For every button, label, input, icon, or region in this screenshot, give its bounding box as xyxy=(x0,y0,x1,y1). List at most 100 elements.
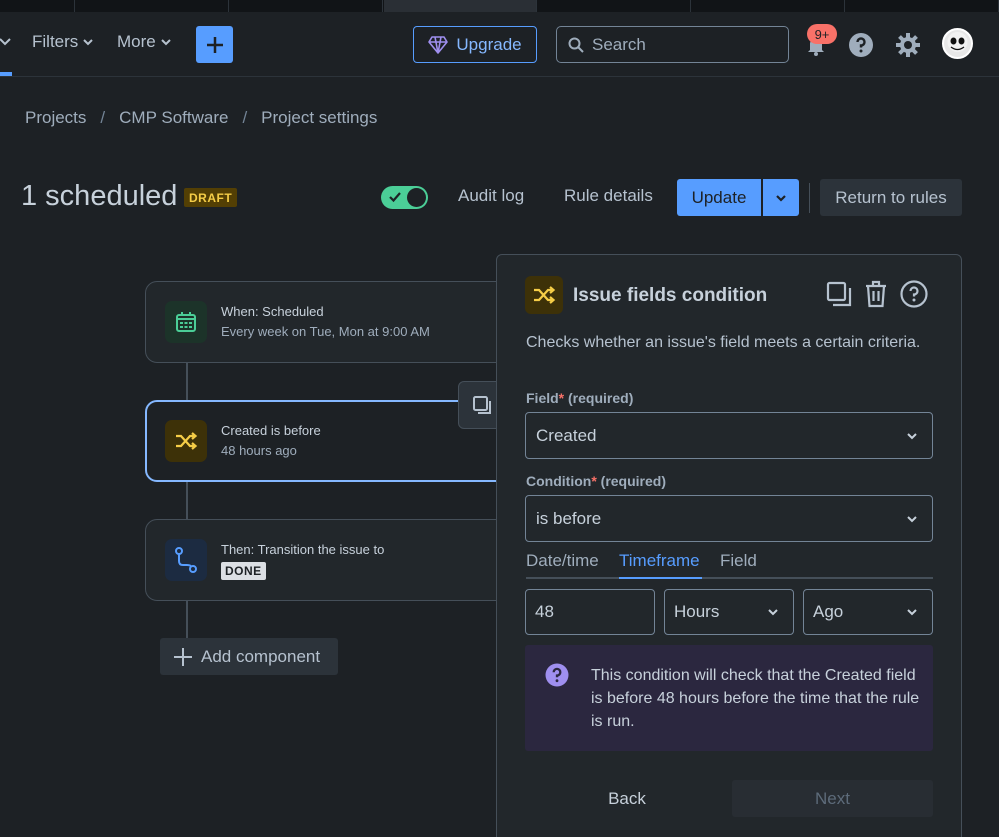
info-text: This condition will check that the Creat… xyxy=(591,667,920,730)
chevron-down-icon xyxy=(907,609,917,616)
status-lozenge: DONE xyxy=(221,562,266,580)
help-button[interactable] xyxy=(847,31,875,59)
search-field[interactable] xyxy=(556,26,789,63)
more-menu[interactable]: More xyxy=(117,32,172,52)
add-component-button[interactable]: Add component xyxy=(160,638,338,675)
breadcrumb-item[interactable]: Projects xyxy=(25,108,86,128)
update-button[interactable]: Update xyxy=(677,179,761,216)
direction-select[interactable]: Ago xyxy=(803,589,933,635)
panel-description: Checks whether an issue's field meets a … xyxy=(526,334,921,351)
unit-select[interactable]: Hours xyxy=(664,589,794,635)
breadcrumb-separator: / xyxy=(242,108,248,127)
browser-tab[interactable] xyxy=(0,0,75,12)
chevron-down-icon xyxy=(768,609,778,616)
help-icon xyxy=(849,33,873,57)
active-nav-indicator xyxy=(0,72,12,76)
gear-icon xyxy=(896,33,920,57)
action-title: Then: Transition the issue to xyxy=(221,542,385,557)
browser-tab[interactable] xyxy=(76,0,229,12)
avatar[interactable] xyxy=(942,28,973,59)
update-dropdown-button[interactable] xyxy=(763,179,799,216)
toggle-knob xyxy=(407,188,426,207)
condition-title: Created is before xyxy=(221,423,321,438)
tab-timeframe[interactable]: Timeframe xyxy=(619,551,700,579)
breadcrumb-item[interactable]: Project settings xyxy=(261,108,377,128)
breadcrumb-separator: / xyxy=(100,108,106,127)
notification-count-badge: 9+ xyxy=(807,24,837,44)
create-button[interactable] xyxy=(196,26,233,63)
top-navigation: Filters More Upgrade 9+ xyxy=(0,12,999,77)
panel-title: Issue fields condition xyxy=(573,285,768,306)
chevron-down-icon xyxy=(907,516,917,523)
field-label: Field* (required) xyxy=(526,390,633,406)
required-hint: (required) xyxy=(568,390,634,406)
value-type-tabs: Date/time Timeframe Field xyxy=(526,551,933,579)
condition-subtitle: 48 hours ago xyxy=(221,443,297,458)
rule-enabled-toggle[interactable] xyxy=(381,186,428,209)
filters-label: Filters xyxy=(32,32,79,51)
more-label: More xyxy=(117,32,156,51)
plus-icon xyxy=(206,36,223,53)
trash-icon xyxy=(866,280,886,308)
browser-tab[interactable] xyxy=(846,0,999,12)
chevron-down-icon xyxy=(907,433,917,440)
search-input[interactable] xyxy=(592,34,772,55)
audit-log-button[interactable]: Audit log xyxy=(458,186,524,206)
help-button[interactable] xyxy=(900,280,928,308)
copy-icon xyxy=(826,281,852,307)
browser-tab-strip xyxy=(0,0,999,12)
amount-input[interactable]: 48 xyxy=(525,589,655,635)
diamond-icon xyxy=(428,35,449,54)
field-select[interactable]: Created xyxy=(525,412,933,459)
trigger-subtitle: Every week on Tue, Mon at 9:00 AM xyxy=(221,324,430,339)
flow-connector xyxy=(186,481,188,520)
flow-connector xyxy=(186,362,188,402)
check-icon xyxy=(389,192,401,203)
field-label-text: Field xyxy=(526,390,559,406)
add-component-label: Add component xyxy=(201,646,321,666)
next-button[interactable]: Next xyxy=(732,780,933,817)
copy-component-button[interactable] xyxy=(825,280,853,308)
rule-details-button[interactable]: Rule details xyxy=(564,186,653,206)
chevron-down-icon[interactable] xyxy=(0,34,12,48)
filters-menu[interactable]: Filters xyxy=(32,32,94,52)
breadcrumb-item[interactable]: CMP Software xyxy=(119,108,228,128)
condition-select[interactable]: is before xyxy=(525,495,933,542)
chevron-down-icon xyxy=(161,39,171,46)
shuffle-icon xyxy=(525,276,563,314)
settings-button[interactable] xyxy=(894,31,922,59)
browser-tab[interactable] xyxy=(230,0,383,12)
breadcrumb: Projects / CMP Software / Project settin… xyxy=(25,108,377,128)
tab-date-time[interactable]: Date/time xyxy=(526,551,599,579)
component-config-panel: Issue fields condition Checks whether an… xyxy=(496,254,962,837)
upgrade-button[interactable]: Upgrade xyxy=(413,26,537,63)
shuffle-icon xyxy=(165,420,207,462)
browser-tab-active[interactable] xyxy=(384,0,537,12)
flow-connector xyxy=(186,600,188,640)
action-node[interactable]: Then: Transition the issue to DONE xyxy=(145,519,515,601)
transition-icon xyxy=(165,539,207,581)
condition-label-text: Condition xyxy=(526,473,592,489)
status-badge: DRAFT xyxy=(184,188,238,207)
direction-value: Ago xyxy=(813,602,844,621)
info-message: This condition will check that the Creat… xyxy=(525,645,933,751)
required-asterisk: * xyxy=(591,473,597,489)
back-button[interactable]: Back xyxy=(567,780,687,817)
copy-icon xyxy=(473,396,491,414)
tab-field[interactable]: Field xyxy=(720,551,757,579)
amount-value: 48 xyxy=(535,602,554,621)
return-to-rules-button[interactable]: Return to rules xyxy=(820,179,962,216)
delete-component-button[interactable] xyxy=(862,280,890,308)
condition-select-value: is before xyxy=(536,508,602,528)
condition-label: Condition* (required) xyxy=(526,473,666,489)
trigger-node[interactable]: When: Scheduled Every week on Tue, Mon a… xyxy=(145,281,515,363)
browser-tab[interactable] xyxy=(538,0,691,12)
upgrade-label: Upgrade xyxy=(456,34,522,54)
plus-icon xyxy=(174,647,192,666)
required-asterisk: * xyxy=(558,390,565,406)
chevron-down-icon xyxy=(776,194,786,202)
divider xyxy=(809,183,810,213)
skull-avatar-icon xyxy=(947,32,968,52)
browser-tab[interactable] xyxy=(692,0,845,12)
question-icon xyxy=(545,663,569,687)
